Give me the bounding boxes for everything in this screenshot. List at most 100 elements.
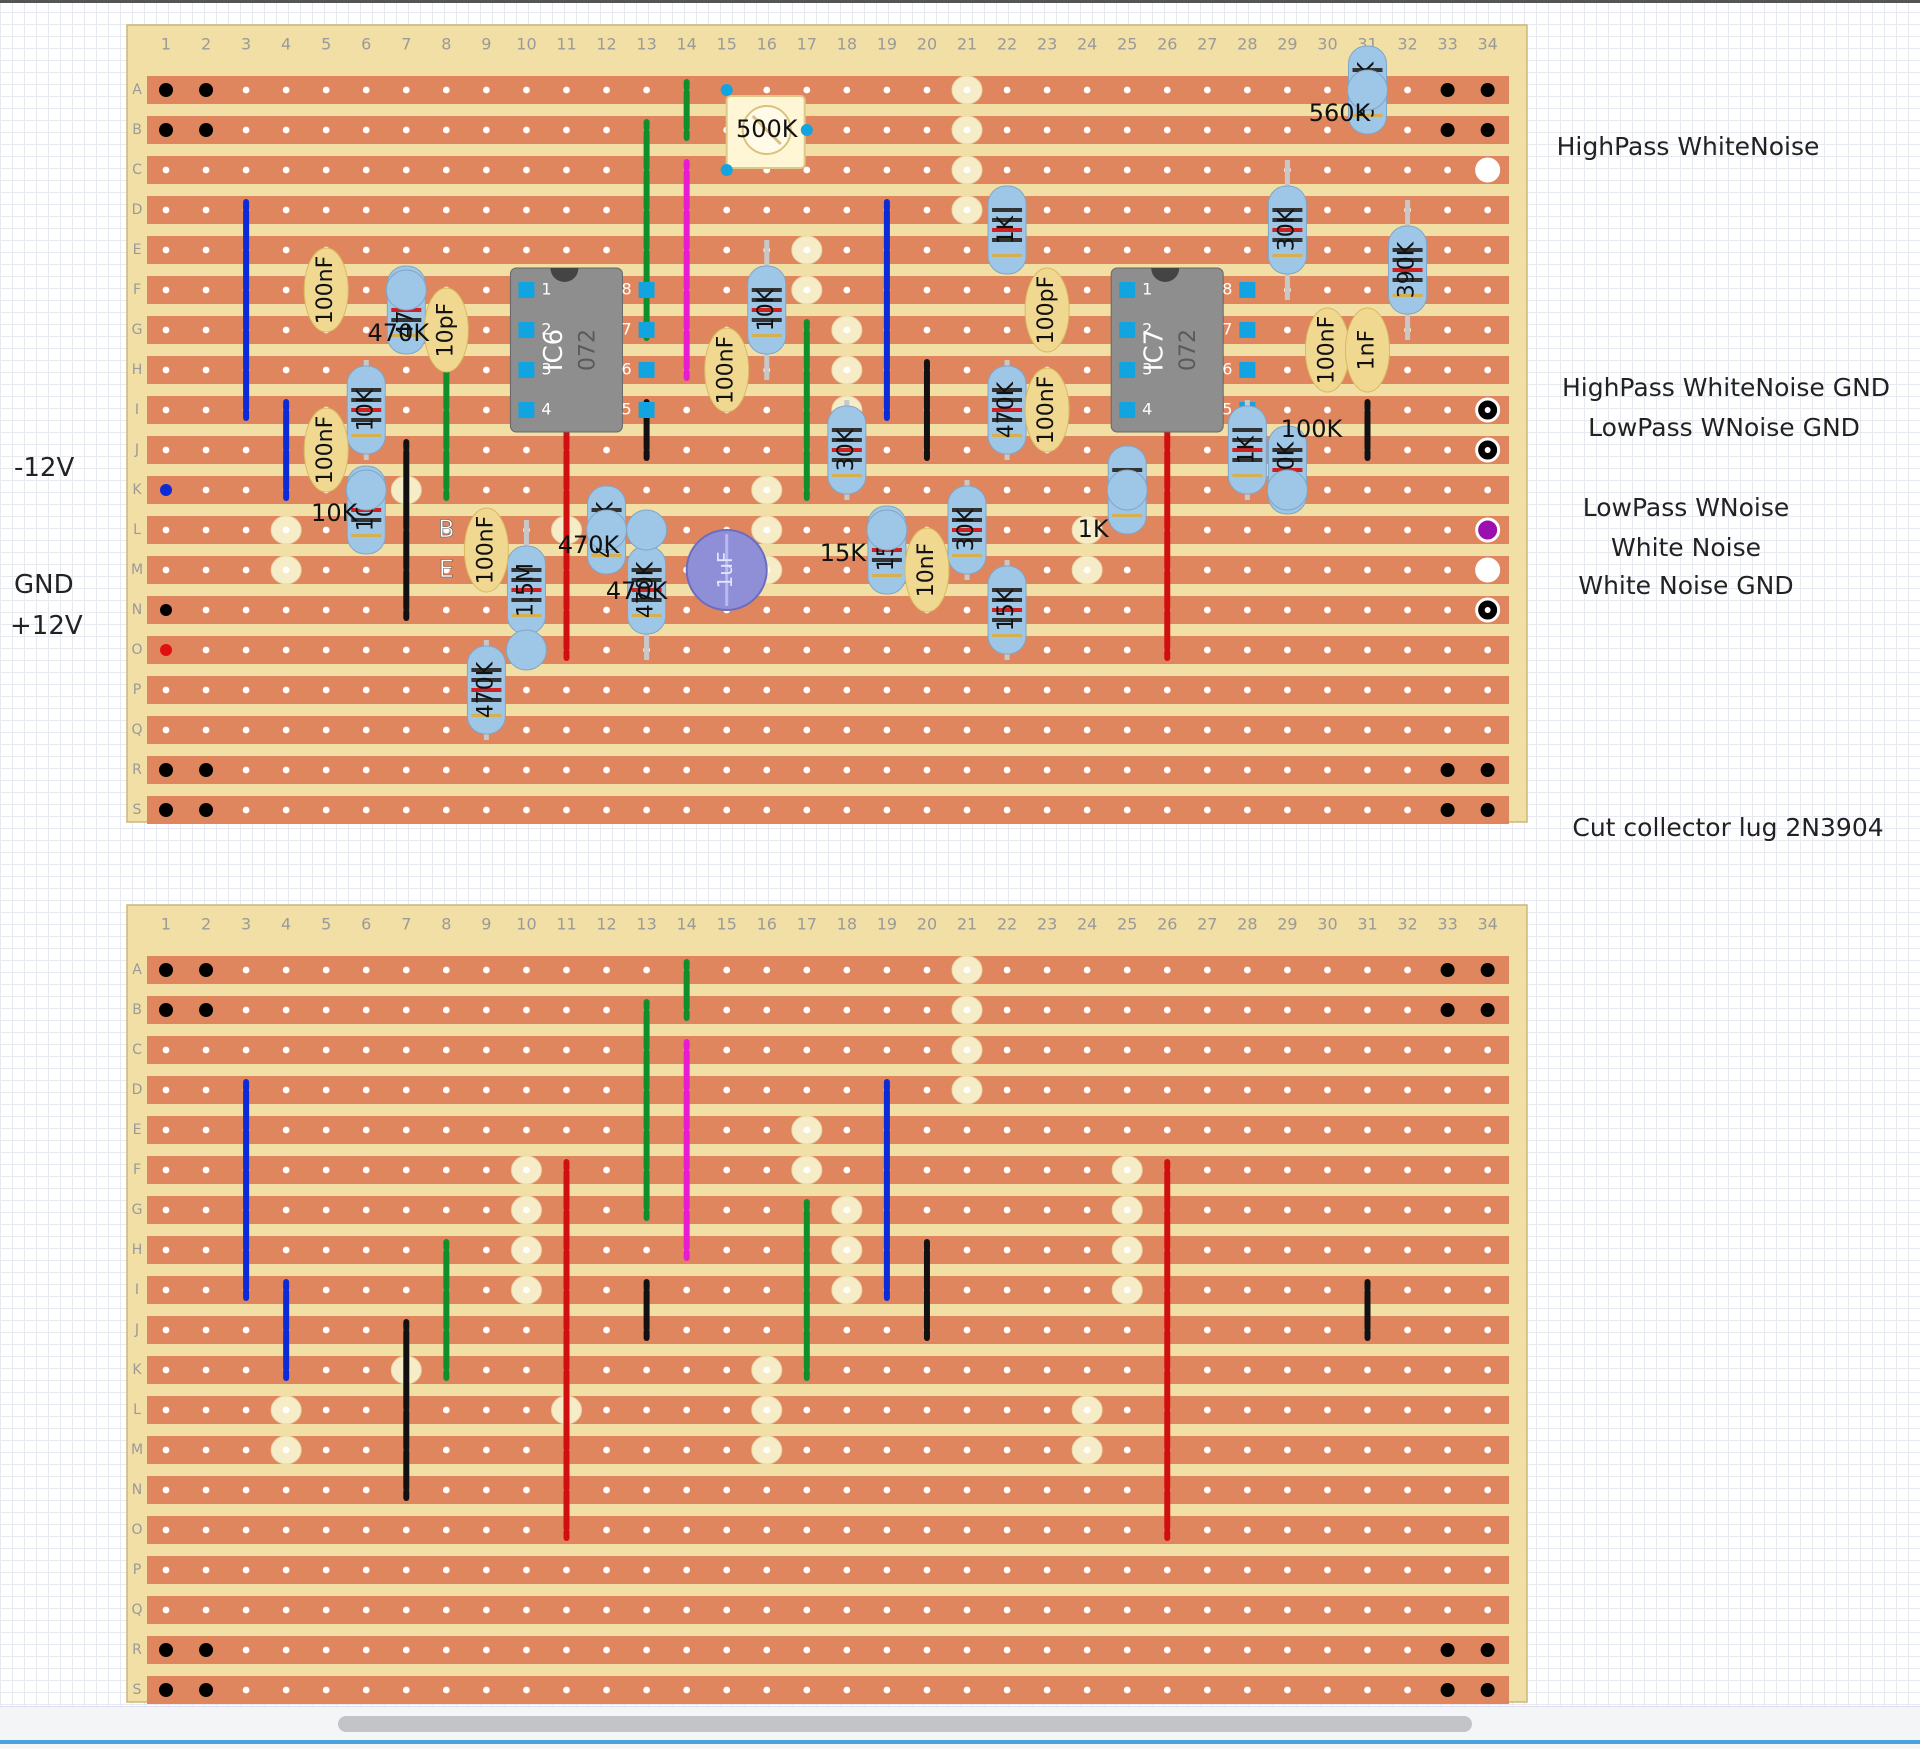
row-letter: A — [132, 82, 142, 98]
hole — [322, 806, 330, 814]
hole — [1163, 126, 1171, 134]
hole — [402, 1006, 410, 1014]
hole — [442, 126, 450, 134]
copper-strip-N — [147, 596, 1509, 624]
hole — [1284, 1646, 1291, 1654]
hole — [763, 486, 771, 494]
hole — [523, 1046, 530, 1054]
column-number: 9 — [481, 35, 491, 54]
hole — [1404, 126, 1411, 134]
hole — [963, 1246, 971, 1254]
hole — [1404, 1646, 1411, 1654]
hole — [442, 206, 450, 214]
hole — [1243, 726, 1251, 734]
column-number: 16 — [757, 35, 777, 54]
hole — [1484, 1526, 1492, 1534]
hole — [1203, 1646, 1211, 1654]
hole — [1444, 286, 1451, 294]
hole — [963, 1206, 971, 1214]
hole — [1404, 766, 1411, 774]
hole — [242, 806, 250, 814]
hole — [523, 1686, 530, 1694]
hole — [1364, 566, 1371, 574]
row-letter: I — [135, 402, 139, 418]
hole — [923, 1686, 931, 1694]
hole — [282, 1126, 290, 1134]
label-white-noise-gnd: White Noise GND — [1578, 571, 1794, 600]
hole — [803, 566, 811, 574]
hole — [483, 1326, 490, 1334]
hole — [1484, 646, 1492, 654]
hole — [723, 1526, 731, 1534]
hole — [1484, 286, 1492, 294]
hole — [1284, 1166, 1291, 1174]
hole — [1243, 526, 1251, 534]
hole — [523, 1366, 530, 1374]
hole — [1163, 1686, 1171, 1694]
hole — [1484, 1166, 1492, 1174]
row-letter: O — [131, 1522, 142, 1538]
hole — [1364, 1166, 1371, 1174]
hole — [483, 126, 490, 134]
hole — [723, 1046, 731, 1054]
hole — [1324, 1446, 1331, 1454]
hole — [322, 1046, 330, 1054]
hole — [402, 1046, 410, 1054]
row-letter: Q — [131, 722, 142, 738]
hole — [1003, 526, 1011, 534]
hole — [923, 1606, 931, 1614]
hole — [923, 966, 931, 974]
resistor-tolerance-band — [751, 334, 782, 337]
hole — [1243, 1206, 1251, 1214]
hole — [1043, 1206, 1051, 1214]
mounting-pad — [1480, 1683, 1495, 1697]
hole — [322, 1246, 330, 1254]
hole — [282, 566, 290, 574]
hole — [963, 166, 971, 174]
hole — [523, 1566, 530, 1574]
hole — [1043, 646, 1051, 654]
hole — [1243, 806, 1251, 814]
hole — [202, 726, 210, 734]
hole — [282, 1246, 290, 1254]
copper-strip-G — [147, 1196, 1509, 1224]
resistor-value: 1K — [994, 215, 1019, 244]
hole — [1083, 1126, 1091, 1134]
hole — [162, 526, 170, 534]
hole — [843, 566, 851, 574]
hole — [1043, 966, 1051, 974]
hole — [1284, 566, 1291, 574]
hole — [1243, 126, 1251, 134]
horizontal-scrollbar-thumb[interactable] — [338, 1716, 1472, 1732]
column-number: 31 — [1357, 915, 1377, 934]
hole — [1364, 1526, 1371, 1534]
hole — [442, 166, 450, 174]
copper-strip-P — [147, 676, 1509, 704]
hole — [563, 1046, 570, 1054]
hole — [1123, 1526, 1131, 1534]
hole — [1243, 1486, 1251, 1494]
hole — [1123, 686, 1131, 694]
ic-pin — [518, 402, 535, 418]
hole — [963, 1606, 971, 1614]
hole — [242, 606, 250, 614]
resistor-30k-b: 30K — [947, 480, 987, 580]
hole — [402, 1166, 410, 1174]
hole — [1003, 1526, 1011, 1534]
hole — [162, 406, 170, 414]
hole — [803, 1166, 811, 1174]
hole — [1003, 1686, 1011, 1694]
hole — [322, 1526, 330, 1534]
hole — [963, 1446, 971, 1454]
hole — [563, 246, 570, 254]
hole — [1404, 1126, 1411, 1134]
hole — [322, 1086, 330, 1094]
hole — [442, 1526, 450, 1534]
resistor-tolerance-band — [831, 474, 862, 477]
hole — [483, 1286, 490, 1294]
hole — [202, 606, 210, 614]
column-number: 21 — [957, 915, 977, 934]
resistor-value: 10K — [353, 388, 378, 431]
hole — [1203, 1486, 1211, 1494]
ic-designator: IC6 — [539, 329, 569, 371]
